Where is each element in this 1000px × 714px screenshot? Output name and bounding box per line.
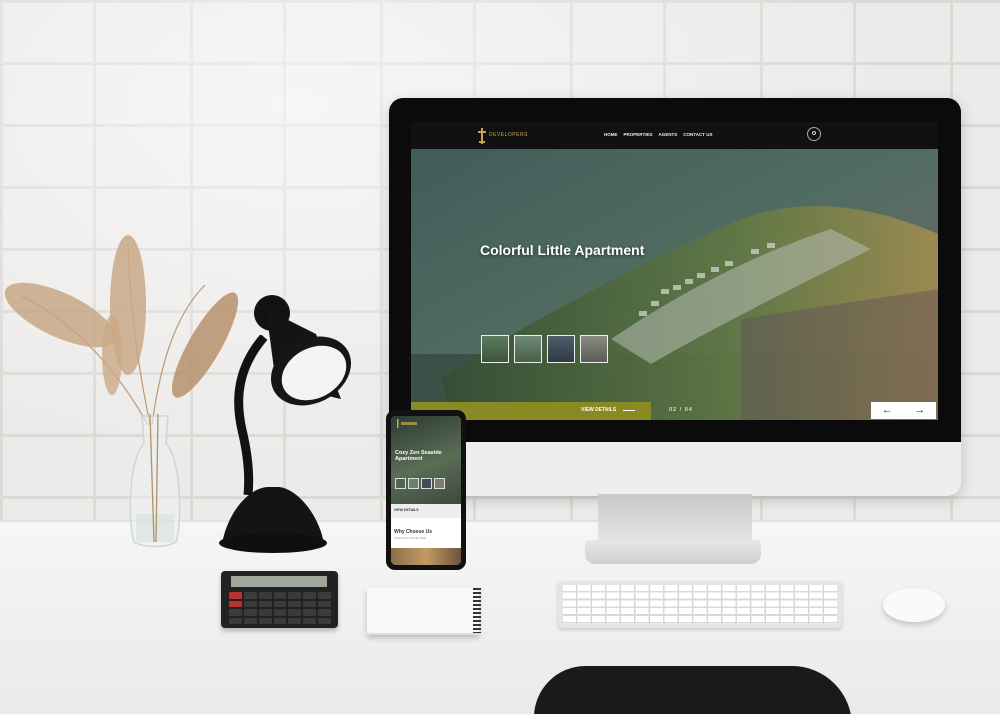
calculator-keys [229,592,331,624]
main-menu: HOME PROPERTIES AGENTS CONTACT US [604,132,712,137]
site-navbar: DEVELOPERS HOME PROPERTIES AGENTS CONTAC… [411,122,938,149]
hero-title: Colorful Little Apartment [480,242,645,258]
arrow-line-icon [623,410,635,411]
photo-scene: Colorful Little Apartment VIEW DETAILS 0… [0,0,1000,714]
phone-view-details-button[interactable]: VIEW DETAILS [391,504,461,518]
nav-contact-us[interactable]: CONTACT US [683,132,712,137]
nav-home[interactable]: HOME [604,132,618,137]
aerial-city-image [411,149,938,420]
thumbnail-2[interactable] [514,335,542,363]
office-chair [534,666,852,714]
phone-thumbnail-1[interactable] [395,478,406,489]
arrow-left-icon[interactable]: ← [882,405,893,416]
nav-properties[interactable]: PROPERTIES [624,132,653,137]
phone-bottom-image [391,548,461,565]
thumbnail-1[interactable] [481,335,509,363]
monitor-stand-base [585,540,761,564]
phone-screen: Cozy Zen Seaside Apartment VIEW DETAILS … [391,416,461,565]
phone-logo-icon [397,419,417,428]
desk [0,522,1000,714]
logo-text: DEVELOPERS [489,132,528,138]
calculator [221,571,338,628]
phone-thumbnail-4[interactable] [434,478,445,489]
phone-thumbnails [395,478,445,489]
phone-hero: Cozy Zen Seaside Apartment [391,416,461,504]
notebook [367,588,479,635]
glass-vase [129,414,181,548]
hero-thumbnails [481,335,608,363]
calculator-display [231,576,327,587]
thumbnail-3[interactable] [547,335,575,363]
hero-banner: Colorful Little Apartment VIEW DETAILS 0… [411,149,938,420]
mouse [883,588,945,622]
arrow-right-icon[interactable]: → [914,405,925,416]
desk-lamp-shade [254,295,352,406]
phone-view-details-label: VIEW DETAILS [394,508,419,512]
user-circle-icon[interactable] [807,127,821,141]
phone-section-subtitle: WORKING TOGETHER [394,536,427,540]
view-details-label: VIEW DETAILS [581,407,617,413]
phone-thumbnail-2[interactable] [408,478,419,489]
nav-agents[interactable]: AGENTS [659,132,678,137]
monitor-stand [598,494,752,544]
phone-hero-title: Cozy Zen Seaside Apartment [395,450,442,462]
keyboard-rows [563,585,837,624]
site-logo[interactable]: DEVELOPERS [477,127,527,145]
monitor-screen: Colorful Little Apartment VIEW DETAILS 0… [411,122,938,420]
thumbnail-4[interactable] [580,335,608,363]
phone-section-title: Why Choose Us [394,529,433,535]
slider-arrows: ← → [871,402,936,419]
phone-thumbnail-3[interactable] [421,478,432,489]
keyboard [558,581,842,628]
notebook-spiral [473,588,481,633]
desk-lamp-base [219,487,327,553]
slide-counter: 02 / 04 [669,407,693,413]
logo-icon [478,128,486,144]
